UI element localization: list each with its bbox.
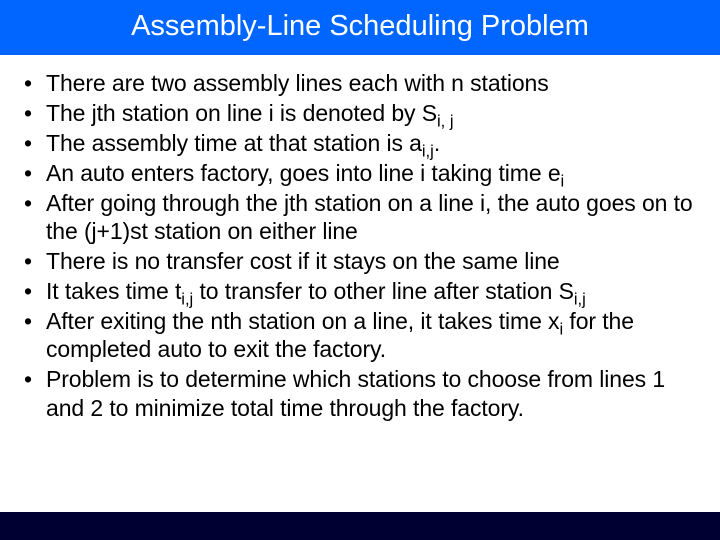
list-item: After going through the jth station on a… — [18, 189, 702, 245]
subscript: i,j — [181, 290, 193, 309]
bullet-text: to transfer to other line after station … — [193, 278, 574, 304]
subscript: i,j — [574, 290, 586, 309]
bullet-text: There are two assembly lines each with n… — [46, 70, 549, 96]
list-item: The jth station on line i is denoted by … — [18, 99, 702, 127]
list-item: An auto enters factory, goes into line i… — [18, 159, 702, 187]
list-item: It takes time ti,j to transfer to other … — [18, 277, 702, 305]
bullet-text: After exiting the nth station on a line,… — [46, 308, 559, 334]
bullet-list: There are two assembly lines each with n… — [18, 69, 702, 422]
bullet-text: After going through the jth station on a… — [46, 190, 693, 244]
subscript: i, j — [437, 112, 454, 131]
slide-content: There are two assembly lines each with n… — [0, 55, 720, 512]
bullet-text: . — [434, 130, 440, 156]
bullet-text: There is no transfer cost if it stays on… — [46, 248, 560, 274]
bullet-text: The jth station on line i is denoted by … — [46, 100, 437, 126]
bullet-text: Problem is to determine which stations t… — [46, 366, 665, 420]
bullet-text: An auto enters factory, goes into line i… — [46, 160, 561, 186]
slide: Assembly-Line Scheduling Problem There a… — [0, 0, 720, 540]
subscript: i — [561, 172, 565, 191]
subscript: i,j — [422, 142, 434, 161]
list-item: The assembly time at that station is ai,… — [18, 129, 702, 157]
bullet-text: It takes time t — [46, 278, 181, 304]
list-item: There is no transfer cost if it stays on… — [18, 247, 702, 275]
list-item: There are two assembly lines each with n… — [18, 69, 702, 97]
slide-title: Assembly-Line Scheduling Problem — [0, 0, 720, 55]
list-item: Problem is to determine which stations t… — [18, 365, 702, 421]
list-item: After exiting the nth station on a line,… — [18, 307, 702, 363]
bullet-text: The assembly time at that station is a — [46, 130, 422, 156]
